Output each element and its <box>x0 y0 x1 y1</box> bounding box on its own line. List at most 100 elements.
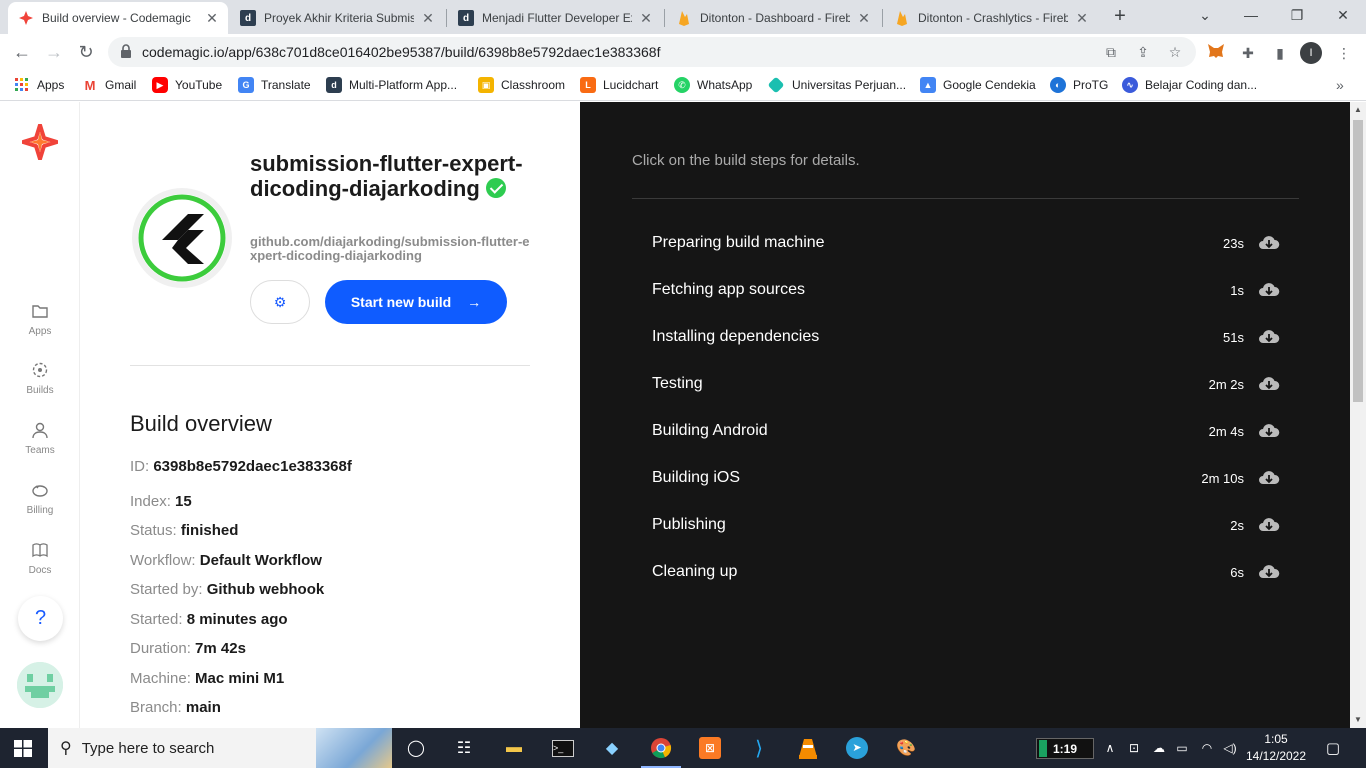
bookmark-apps[interactable]: Apps <box>14 76 64 94</box>
meet-now-icon[interactable]: ⊡ <box>1124 728 1144 768</box>
reload-icon[interactable]: ↻ <box>74 40 98 64</box>
bookmarks-overflow-icon[interactable]: » <box>1336 76 1344 94</box>
profile-avatar[interactable]: I <box>1300 42 1322 64</box>
build-step-row[interactable]: Building Android 2m 4s <box>652 419 1280 443</box>
chrome-icon[interactable] <box>649 736 673 760</box>
translate-page-icon[interactable]: ⧉ <box>1102 43 1120 61</box>
minimize-icon[interactable]: — <box>1228 0 1274 34</box>
close-tab-icon[interactable]: ✕ <box>204 10 220 27</box>
address-bar[interactable]: codemagic.io/app/638c701d8ce016402be9538… <box>108 37 1196 67</box>
overview-row-started-by: Started by: Github webhook <box>130 581 324 598</box>
notifications-icon[interactable]: ▢ <box>1320 728 1346 768</box>
tab-proyek-akhir[interactable]: d Proyek Akhir Kriteria Submiss ✕ <box>230 2 444 34</box>
bookmark-google-cendekia[interactable]: ▲ Google Cendekia <box>920 76 1036 94</box>
terminal-icon[interactable]: >_ <box>551 736 575 760</box>
sidebar-item-teams[interactable]: Teams <box>0 421 80 456</box>
bookmark-multiplatform[interactable]: d Multi-Platform App... <box>326 76 457 94</box>
codemagic-logo[interactable] <box>21 123 59 161</box>
tab-ditonton-crashlytics[interactable]: Ditonton - Crashlytics - Fireb ✕ <box>884 2 1098 34</box>
overview-row-workflow: Workflow: Default Workflow <box>130 552 322 569</box>
download-cloud-icon[interactable] <box>1258 516 1280 534</box>
task-view-icon[interactable]: ◯ <box>404 736 428 760</box>
bookmark-belajar-coding[interactable]: ∿ Belajar Coding dan... <box>1122 76 1257 94</box>
start-new-build-button[interactable]: Start new build → <box>325 280 507 324</box>
sidebar-item-billing[interactable]: Billing <box>0 481 80 516</box>
download-cloud-icon[interactable] <box>1258 563 1280 581</box>
build-step-row[interactable]: Publishing 2s <box>652 513 1280 537</box>
more-menu-icon[interactable]: ⋮ <box>1334 43 1354 63</box>
bookmark-whatsapp[interactable]: ✆ WhatsApp <box>674 76 752 94</box>
forward-arrow-icon[interactable]: → <box>42 40 66 64</box>
bookmark-star-icon[interactable]: ☆ <box>1166 43 1184 61</box>
step-duration: 23s <box>1223 235 1244 251</box>
user-avatar[interactable] <box>17 662 63 708</box>
restore-icon[interactable]: ❐ <box>1274 0 1320 34</box>
close-window-icon[interactable]: ✕ <box>1320 0 1366 34</box>
vscode-icon[interactable]: ⟩ <box>747 736 771 760</box>
sidebar-item-docs[interactable]: Docs <box>0 541 80 576</box>
scroll-up-icon[interactable]: ▲ <box>1350 102 1366 118</box>
onedrive-cloud-icon[interactable]: ☁ <box>1148 728 1170 768</box>
sidebar-item-builds[interactable]: Builds <box>0 361 80 396</box>
tab-menjadi-flutter[interactable]: d Menjadi Flutter Developer Ex ✕ <box>448 2 662 34</box>
close-tab-icon[interactable]: ✕ <box>638 10 654 27</box>
help-button[interactable]: ? <box>18 596 63 641</box>
bookmark-classroom[interactable]: ▣ Classhroom <box>478 76 565 94</box>
windows-start-icon[interactable] <box>14 740 32 757</box>
build-step-row[interactable]: Building iOS 2m 10s <box>652 466 1280 490</box>
bookmark-translate[interactable]: G Translate <box>238 76 311 94</box>
close-tab-icon[interactable]: ✕ <box>420 10 436 27</box>
back-arrow-icon[interactable]: ← <box>10 40 34 64</box>
new-tab-button[interactable]: + <box>1108 5 1132 29</box>
bookmark-protg[interactable]: ◐ ProTG <box>1050 76 1108 94</box>
download-cloud-icon[interactable] <box>1258 375 1280 393</box>
close-tab-icon[interactable]: ✕ <box>856 10 872 27</box>
metamask-extension-icon[interactable] <box>1206 43 1226 63</box>
bookmark-youtube[interactable]: ▶ YouTube <box>152 76 222 94</box>
download-cloud-icon[interactable] <box>1258 469 1280 487</box>
wifi-icon[interactable]: ◠ <box>1196 728 1218 768</box>
download-cloud-icon[interactable] <box>1258 328 1280 346</box>
telegram-icon[interactable]: ➤ <box>845 736 869 760</box>
tab-search-chevron-icon[interactable]: ⌄ <box>1182 0 1228 34</box>
share-icon[interactable]: ⇪ <box>1134 43 1152 61</box>
xampp-icon[interactable]: ⊠ <box>698 736 722 760</box>
repository-link[interactable]: github.com/diajarkoding/submission-flutt… <box>250 235 530 263</box>
lucidchart-icon: L <box>580 77 596 93</box>
build-step-row[interactable]: Fetching app sources 1s <box>652 278 1280 302</box>
tab-ditonton-dashboard[interactable]: Ditonton - Dashboard - Fireb ✕ <box>666 2 880 34</box>
paint-icon[interactable]: 🎨 <box>894 736 918 760</box>
build-step-row[interactable]: Testing 2m 2s <box>652 372 1280 396</box>
step-duration: 2m 4s <box>1208 423 1244 439</box>
scrollbar-thumb[interactable] <box>1353 120 1363 402</box>
tab-build-overview[interactable]: Build overview - Codemagic ✕ <box>8 2 228 34</box>
widgets-icon[interactable]: ☷ <box>452 736 476 760</box>
tray-chevron-icon[interactable]: ∧ <box>1100 728 1120 768</box>
bookmark-universitas[interactable]: Universitas Perjuan... <box>767 76 906 94</box>
build-step-row[interactable]: Installing dependencies 51s <box>652 325 1280 349</box>
git-icon[interactable]: ◆ <box>600 736 624 760</box>
url-text[interactable]: codemagic.io/app/638c701d8ce016402be9538… <box>142 44 660 60</box>
download-cloud-icon[interactable] <box>1258 281 1280 299</box>
taskbar-search-box[interactable]: ⚲ Type here to search <box>48 728 392 768</box>
build-step-row[interactable]: Preparing build machine 23s <box>652 231 1280 255</box>
battery-icon[interactable]: ▭ <box>1172 728 1192 768</box>
side-panel-icon[interactable]: ▮ <box>1270 43 1290 63</box>
sidebar-item-apps[interactable]: Apps <box>0 302 80 337</box>
taskbar-clock[interactable]: 1:05 14/12/2022 <box>1236 731 1316 765</box>
bookmark-label: ProTG <box>1073 78 1109 92</box>
scroll-down-icon[interactable]: ▼ <box>1350 712 1366 728</box>
extensions-puzzle-icon[interactable]: ✚ <box>1238 43 1258 63</box>
bookmark-gmail[interactable]: M Gmail <box>82 76 137 94</box>
download-cloud-icon[interactable] <box>1258 234 1280 252</box>
vlc-icon[interactable] <box>796 736 820 760</box>
battery-meter-widget[interactable]: 1:19 <box>1036 738 1094 759</box>
file-explorer-icon[interactable]: ▬ <box>502 736 526 760</box>
close-tab-icon[interactable]: ✕ <box>1074 10 1090 27</box>
download-cloud-icon[interactable] <box>1258 422 1280 440</box>
app-settings-button[interactable]: ⚙ <box>250 280 310 324</box>
page-scrollbar[interactable]: ▲ ▼ <box>1350 102 1366 728</box>
overview-row-index: Index: 15 <box>130 493 192 510</box>
bookmark-lucidchart[interactable]: L Lucidchart <box>580 76 658 94</box>
build-step-row[interactable]: Cleaning up 6s <box>652 560 1280 584</box>
